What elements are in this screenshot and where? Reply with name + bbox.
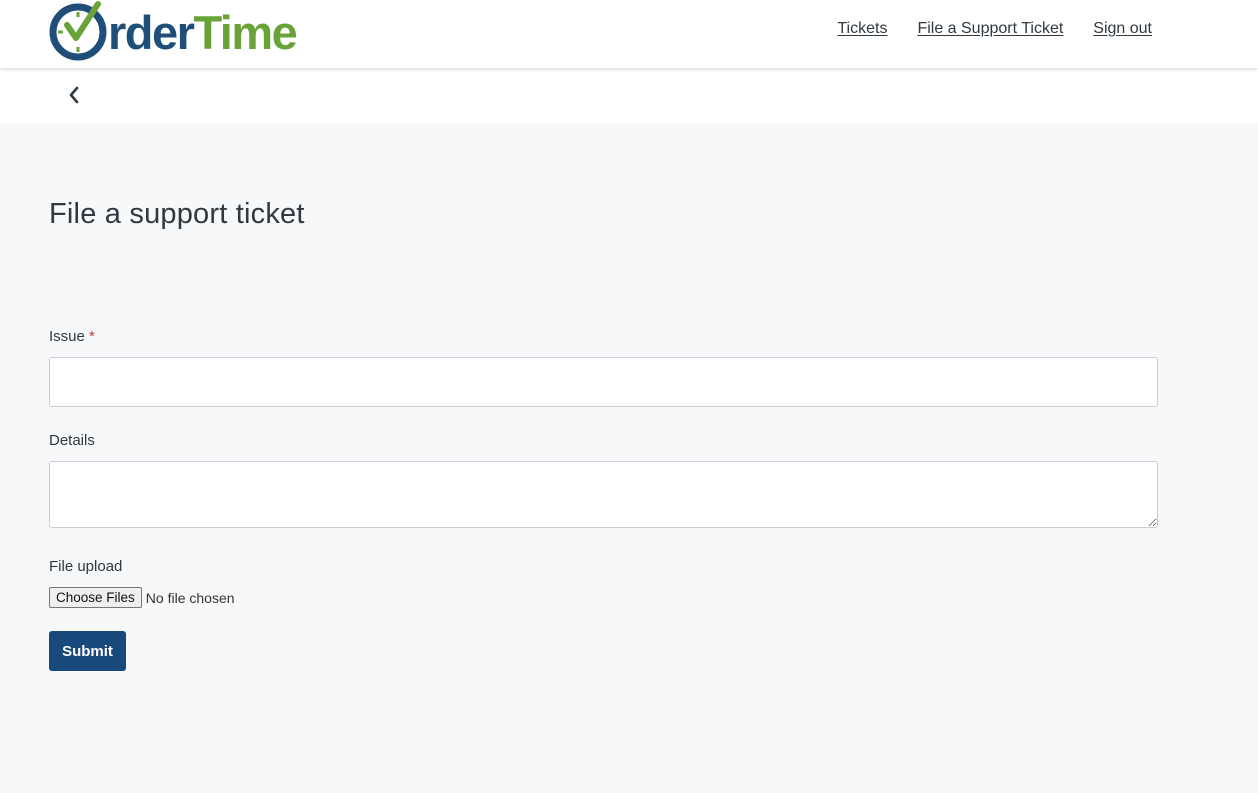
issue-label: Issue * — [49, 328, 95, 345]
nav-file-support-ticket-link[interactable]: File a Support Ticket — [917, 20, 1063, 38]
required-asterisk: * — [89, 328, 95, 345]
back-button[interactable] — [64, 84, 84, 106]
chevron-left-icon — [69, 86, 79, 104]
file-upload-input: Choose Files No file chosen — [49, 587, 235, 608]
file-status-text: No file chosen — [145, 589, 235, 606]
logo-wordmark: rderTime — [108, 5, 298, 59]
logo-word-time: Time — [193, 5, 297, 59]
logo-word-order: rder — [108, 5, 195, 59]
clock-check-icon — [49, 1, 107, 61]
details-textarea[interactable] — [49, 461, 1158, 528]
nav-tickets-link[interactable]: Tickets — [837, 20, 887, 38]
nav-sign-out-link[interactable]: Sign out — [1093, 20, 1152, 38]
top-nav: Tickets File a Support Ticket Sign out — [837, 20, 1152, 38]
sub-navigation-bar — [0, 68, 1258, 123]
site-header: rderTime Tickets File a Support Ticket S… — [0, 0, 1258, 68]
issue-label-text: Issue — [49, 328, 85, 345]
file-upload-label: File upload — [49, 558, 123, 575]
issue-input[interactable] — [49, 357, 1158, 407]
submit-button[interactable]: Submit — [49, 631, 126, 671]
page-title: File a support ticket — [49, 198, 305, 230]
choose-files-button[interactable]: Choose Files — [49, 587, 142, 608]
details-label: Details — [49, 432, 95, 449]
ordertime-logo[interactable]: rderTime — [48, 0, 320, 62]
